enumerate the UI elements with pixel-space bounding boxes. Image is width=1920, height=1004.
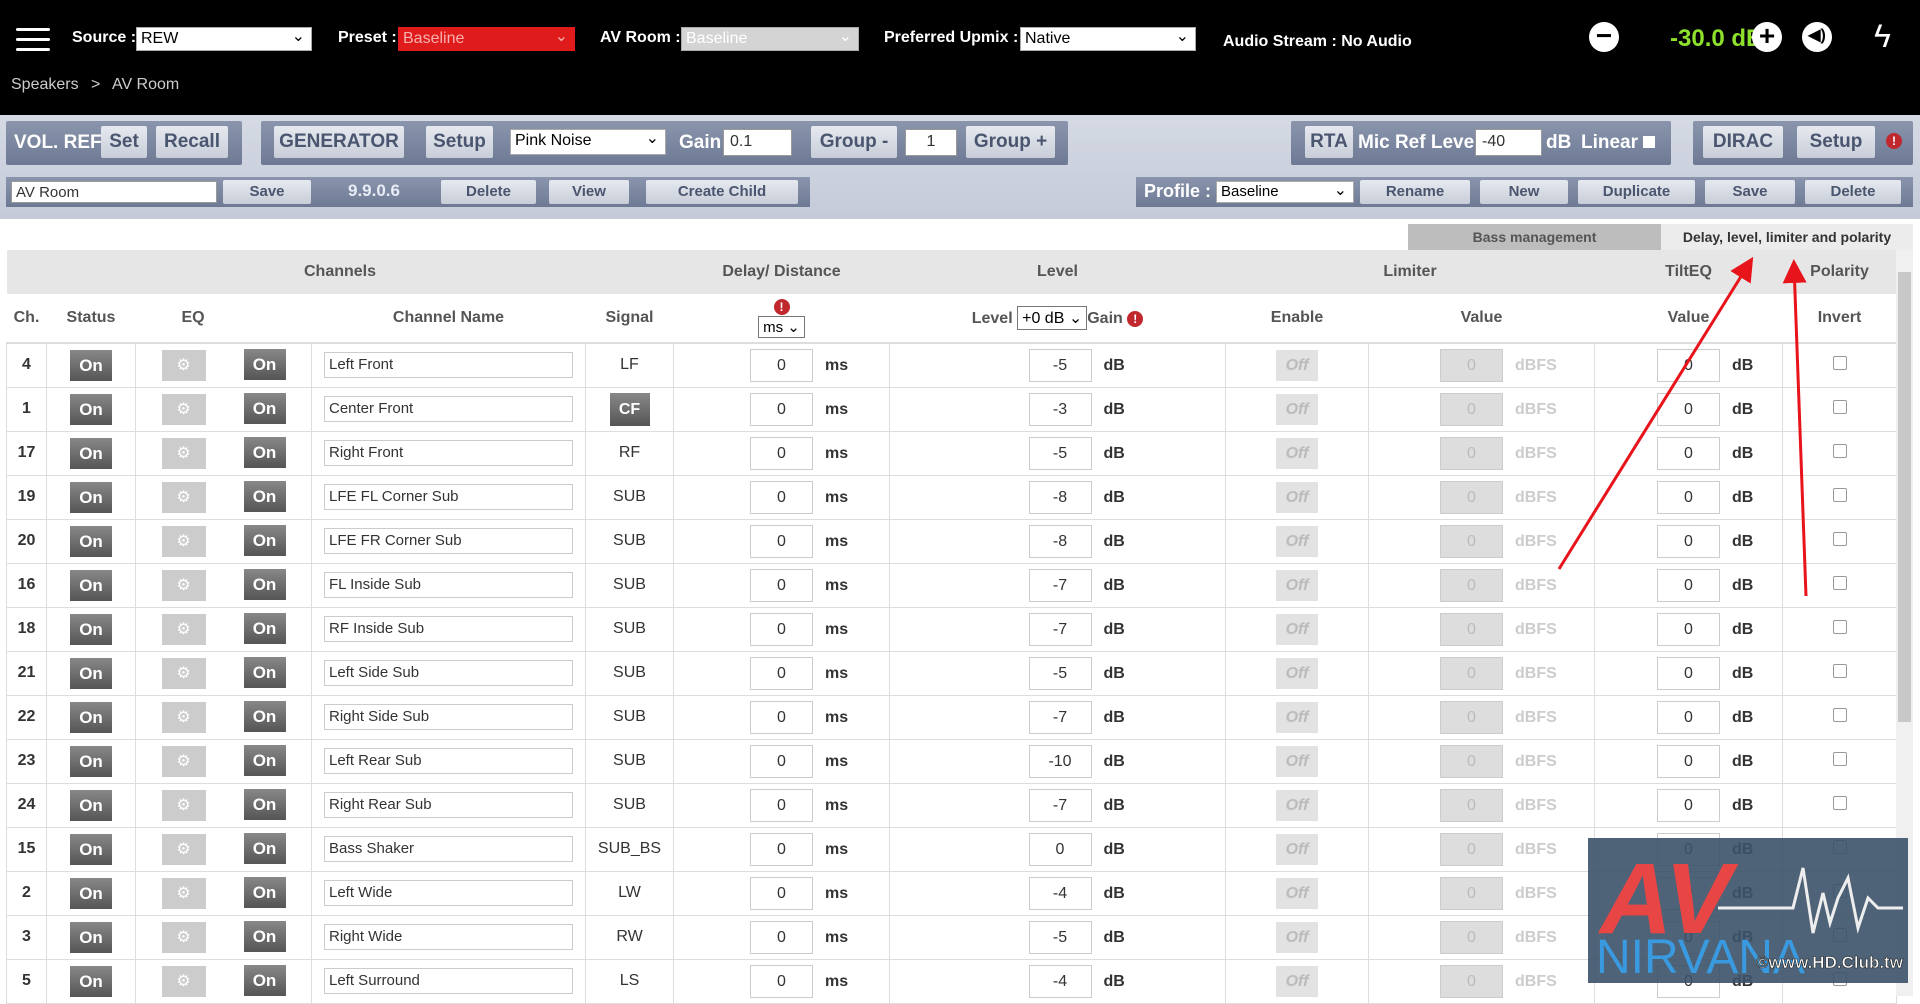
watermark-logo: AV NIRVANA ©www.HD.Club.tw	[1588, 838, 1908, 983]
waveform-icon: AVNIRVANA©www.HD.Club.tw	[1596, 843, 1904, 983]
annotation-arrow	[1782, 259, 1808, 597]
annotation-arrow	[1557, 256, 1754, 570]
svg-text:©www.HD.Club.tw: ©www.HD.Club.tw	[1756, 953, 1904, 972]
